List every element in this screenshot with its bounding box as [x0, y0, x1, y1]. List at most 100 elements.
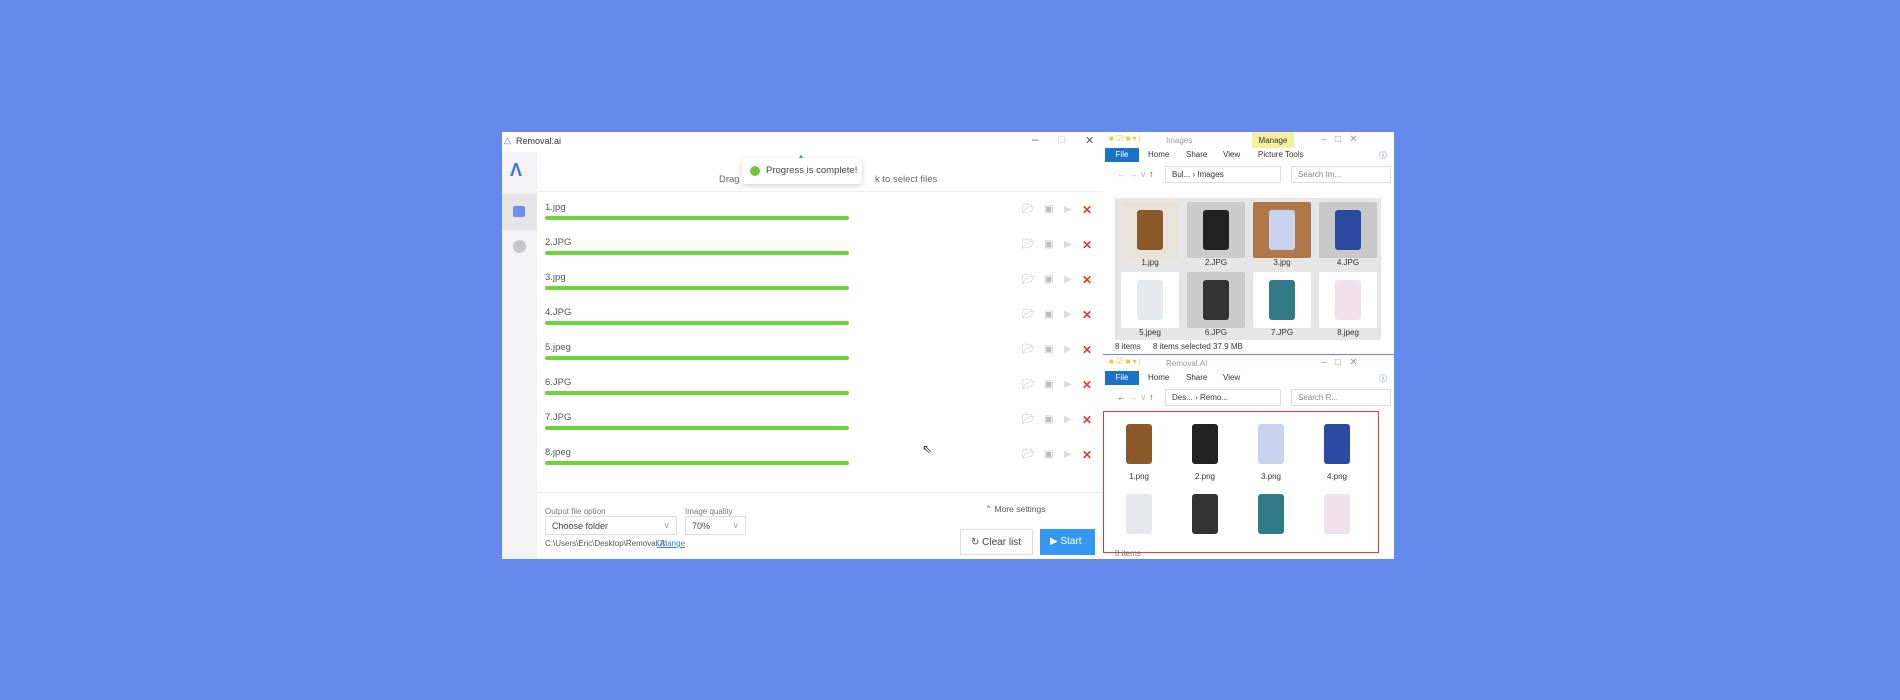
- play-icon[interactable]: ▶: [1064, 379, 1072, 390]
- output-select[interactable]: Choose folder ∨: [545, 516, 677, 535]
- ribbon-tabs: File Home Share View Picture Tools ⓘ: [1103, 148, 1394, 162]
- file-name: 5.jpeg: [545, 342, 571, 353]
- remove-icon[interactable]: ✕: [1082, 273, 1092, 287]
- file-thumbnail[interactable]: 3.jpg: [1251, 202, 1313, 267]
- address-bar[interactable]: Bul... › Images: [1165, 166, 1281, 183]
- file-thumbnail[interactable]: 4.png: [1306, 416, 1368, 481]
- preview-icon[interactable]: ▣: [1044, 239, 1053, 250]
- file-label: 8.jpeg: [1337, 328, 1359, 337]
- file-thumbnail[interactable]: 4.JPG: [1317, 202, 1379, 267]
- file-thumbnail[interactable]: 1.jpg: [1119, 202, 1181, 267]
- folder-icon[interactable]: 📂︎: [1022, 309, 1035, 320]
- folder-icon[interactable]: 📂︎: [1022, 414, 1035, 425]
- file-thumbnail[interactable]: 7.JPG: [1251, 272, 1313, 337]
- ribbon-tabs: File Home Share View ⓘ: [1103, 371, 1394, 385]
- tab-share[interactable]: Share: [1186, 373, 1207, 382]
- address-bar[interactable]: Des... › Remo...: [1165, 389, 1281, 406]
- folder-icon[interactable]: 📂︎: [1022, 449, 1035, 460]
- thumbnail-image: [1319, 272, 1377, 328]
- remove-icon[interactable]: ✕: [1082, 238, 1092, 252]
- search-box[interactable]: Search Im...: [1291, 166, 1391, 183]
- minimize-button[interactable]: –: [1032, 134, 1038, 146]
- remove-icon[interactable]: ✕: [1082, 343, 1092, 357]
- file-row: 1.jpg 📂︎ ▣ ▶ ✕: [543, 202, 1098, 237]
- folder-icon[interactable]: 📂︎: [1022, 239, 1035, 250]
- start-button[interactable]: ▶ Start: [1040, 529, 1095, 555]
- preview-icon[interactable]: ▣: [1044, 204, 1053, 215]
- file-thumbnail[interactable]: 8.jpeg: [1317, 272, 1379, 337]
- thumbnail-image: [1187, 272, 1245, 328]
- nav-arrows-icon[interactable]: ← → ∨ ↑: [1117, 169, 1154, 180]
- play-icon[interactable]: ▶: [1064, 449, 1072, 460]
- manage-tab[interactable]: Manage: [1252, 132, 1294, 148]
- play-icon[interactable]: ▶: [1064, 274, 1072, 285]
- sidebar-images-tab[interactable]: [502, 194, 537, 230]
- preview-icon[interactable]: ▣: [1044, 414, 1053, 425]
- progress-track: [545, 426, 849, 430]
- tab-file[interactable]: File: [1105, 148, 1139, 162]
- play-icon[interactable]: ▶: [1064, 344, 1072, 355]
- preview-icon[interactable]: ▣: [1044, 449, 1053, 460]
- file-thumbnail[interactable]: 3.png: [1240, 416, 1302, 481]
- change-link[interactable]: Change: [657, 539, 685, 548]
- play-icon[interactable]: ▶: [1064, 239, 1072, 250]
- file-thumbnail[interactable]: 5.jpeg: [1119, 272, 1181, 337]
- tab-view[interactable]: View: [1223, 150, 1240, 159]
- preview-icon[interactable]: ▣: [1044, 274, 1053, 285]
- tab-picture-tools[interactable]: Picture Tools: [1258, 150, 1304, 159]
- close-button[interactable]: ✕: [1085, 134, 1094, 147]
- tab-home[interactable]: Home: [1148, 373, 1169, 382]
- file-thumbnail[interactable]: [1174, 486, 1236, 542]
- play-icon[interactable]: ▶: [1064, 414, 1072, 425]
- file-label: 7.JPG: [1270, 328, 1294, 337]
- remove-icon[interactable]: ✕: [1082, 308, 1092, 322]
- quality-label: Image quality: [685, 507, 733, 516]
- settings-panel: Output file option Choose folder ∨ Image …: [537, 492, 1103, 559]
- preview-icon[interactable]: ▣: [1044, 309, 1053, 320]
- explorer-title: Removal.AI: [1166, 359, 1208, 368]
- file-grid: 1.jpg 2.JPG 3.jpg 4.JPG 5.jpeg 6.JPG 7.JPG 8.jp…: [1115, 198, 1381, 340]
- help-icon[interactable]: ⓘ: [1379, 373, 1387, 384]
- tab-share[interactable]: Share: [1186, 150, 1207, 159]
- remove-icon[interactable]: ✕: [1082, 448, 1092, 462]
- clear-list-button[interactable]: ↻ Clear list: [960, 529, 1033, 555]
- quality-select[interactable]: 70% ∨: [685, 516, 746, 535]
- file-name: 8.jpeg: [545, 447, 571, 458]
- remove-icon[interactable]: ✕: [1082, 378, 1092, 392]
- window-controls[interactable]: – □ ✕: [1321, 357, 1358, 368]
- window-controls[interactable]: – □ ✕: [1321, 134, 1358, 145]
- account-icon[interactable]: [513, 240, 526, 253]
- nav-arrows-icon[interactable]: ← → ∨ ↑: [1117, 392, 1154, 403]
- file-label: 3.png: [1260, 472, 1282, 481]
- tab-view[interactable]: View: [1223, 373, 1240, 382]
- preview-icon[interactable]: ▣: [1044, 344, 1053, 355]
- title-bar: △ Removal.ai – □ ✕: [502, 132, 1103, 152]
- folder-icon[interactable]: 📂︎: [1022, 344, 1035, 355]
- tab-file[interactable]: File: [1105, 371, 1139, 385]
- file-thumbnail[interactable]: [1108, 486, 1170, 542]
- file-thumbnail[interactable]: [1306, 486, 1368, 542]
- file-thumbnail[interactable]: 1.png: [1108, 416, 1170, 481]
- search-box[interactable]: Search R...: [1291, 389, 1391, 406]
- file-thumbnail[interactable]: 2.png: [1174, 416, 1236, 481]
- maximize-button[interactable]: □: [1058, 134, 1065, 146]
- play-icon[interactable]: ▶: [1064, 204, 1072, 215]
- play-icon[interactable]: ▶: [1064, 309, 1072, 320]
- explorer-title-bar: ■ ☑ ■ ▾ | Removal.AI – □ ✕: [1103, 355, 1394, 371]
- remove-icon[interactable]: ✕: [1082, 413, 1092, 427]
- progress-bar: [545, 461, 849, 465]
- file-thumbnail[interactable]: 6.JPG: [1185, 272, 1247, 337]
- remove-icon[interactable]: ✕: [1082, 203, 1092, 217]
- file-thumbnail[interactable]: 2.JPG: [1185, 202, 1247, 267]
- thumbnail-image: [1110, 416, 1168, 472]
- sidebar: Λ: [502, 152, 537, 559]
- progress-track: [545, 251, 849, 255]
- folder-icon[interactable]: 📂︎: [1022, 379, 1035, 390]
- tab-home[interactable]: Home: [1148, 150, 1169, 159]
- more-settings-toggle[interactable]: ⌃ More settings: [985, 504, 1046, 515]
- file-thumbnail[interactable]: [1240, 486, 1302, 542]
- help-icon[interactable]: ⓘ: [1379, 150, 1387, 161]
- preview-icon[interactable]: ▣: [1044, 379, 1053, 390]
- folder-icon[interactable]: 📂︎: [1022, 204, 1035, 215]
- folder-icon[interactable]: 📂︎: [1022, 274, 1035, 285]
